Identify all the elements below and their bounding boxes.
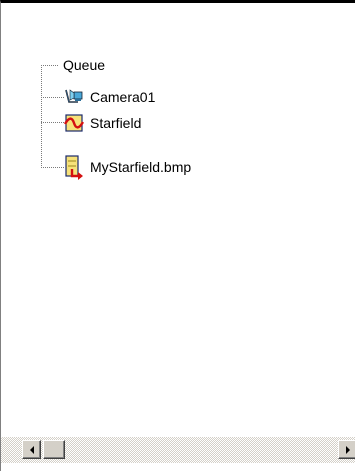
tree-node-queue[interactable]: Queue bbox=[62, 55, 106, 75]
tree-connector-root bbox=[41, 65, 59, 66]
scroll-right-button[interactable] bbox=[338, 440, 355, 459]
tree-node-starfield[interactable]: Starfield bbox=[64, 113, 142, 133]
tree-connector-bitmap bbox=[41, 167, 65, 168]
arrow-left-icon bbox=[29, 445, 34, 454]
tree-node-label: Camera01 bbox=[90, 89, 156, 105]
bitmap-output-icon bbox=[65, 155, 83, 180]
camera-icon bbox=[65, 89, 83, 103]
tree-connector-camera bbox=[41, 97, 65, 98]
tree-node-camera01[interactable]: Camera01 bbox=[64, 87, 156, 107]
starfield-icon bbox=[64, 114, 84, 132]
tree-node-label: MyStarfield.bmp bbox=[90, 159, 192, 175]
queue-tree: Queue Camera01 Starfield MyStarfield.bmp bbox=[1, 3, 355, 433]
panel-bottom-edge bbox=[1, 463, 355, 471]
render-queue-panel: Queue Camera01 Starfield MyStarfield.bmp bbox=[0, 0, 355, 471]
arrow-right-icon bbox=[345, 445, 350, 454]
tree-node-label: Starfield bbox=[90, 115, 142, 131]
tree-connector-vertical bbox=[41, 65, 42, 167]
tree-connector-starfield bbox=[41, 122, 65, 123]
scrollbar-thumb[interactable] bbox=[43, 440, 65, 459]
horizontal-scrollbar[interactable] bbox=[1, 437, 355, 463]
tree-node-mystarfield-bmp[interactable]: MyStarfield.bmp bbox=[64, 153, 192, 181]
tree-node-label: Queue bbox=[63, 57, 106, 73]
scroll-left-button[interactable] bbox=[22, 440, 41, 459]
